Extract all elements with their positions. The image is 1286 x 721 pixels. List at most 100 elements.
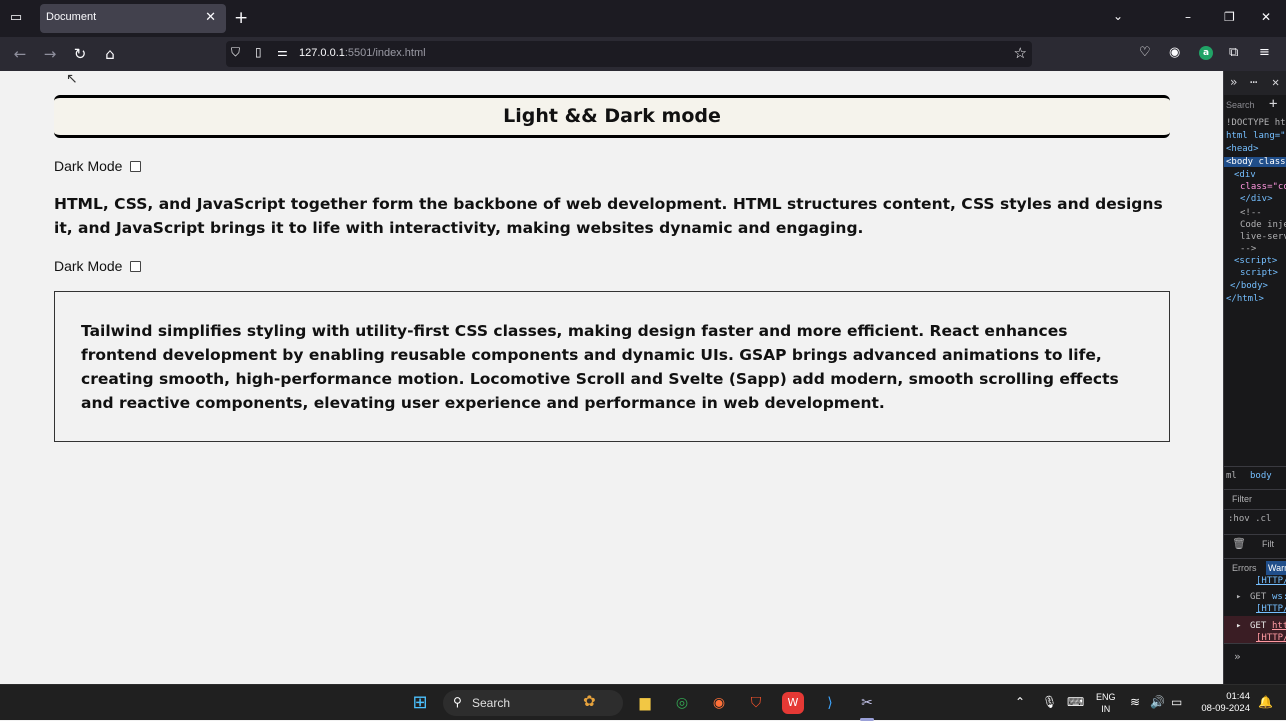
pseudo-row: :hov .cl bbox=[1224, 509, 1286, 529]
trash-icon[interactable]: 🗑 bbox=[1232, 537, 1246, 550]
card-text: Tailwind simplifies styling with utility… bbox=[81, 322, 1119, 412]
dom-line[interactable]: </div> bbox=[1240, 194, 1273, 204]
devtools-panel: » ⋯ ✕ Search + !DOCTYPE ht html lang=" <… bbox=[1223, 71, 1286, 684]
chevron-double-right-icon: » bbox=[1234, 650, 1241, 663]
language-code: ENG bbox=[1096, 692, 1116, 702]
expand-icon[interactable]: ▸ bbox=[1236, 592, 1241, 602]
chevron-down-icon[interactable]: ⌄ bbox=[1113, 9, 1123, 23]
file-explorer-icon[interactable]: ▆ bbox=[634, 692, 656, 714]
language-indicator[interactable]: ENG IN bbox=[1096, 691, 1116, 715]
snipping-tool-icon[interactable]: ✂ bbox=[856, 692, 878, 714]
dom-line[interactable]: </body> bbox=[1230, 281, 1268, 291]
console-tag[interactable]: [HTTP/ bbox=[1256, 604, 1286, 614]
pseudo-class-toggle[interactable]: :hov .cl bbox=[1228, 514, 1271, 524]
dom-line[interactable]: </html> bbox=[1226, 294, 1264, 304]
console-tabs: Errors Warn bbox=[1224, 558, 1286, 578]
home-icon[interactable]: ⌂ bbox=[101, 45, 119, 63]
add-node-icon[interactable]: + bbox=[1269, 96, 1277, 112]
close-window-icon[interactable]: ✕ bbox=[1261, 10, 1271, 24]
taskbar-search[interactable]: ⚲ Search ✿ bbox=[443, 690, 623, 716]
chevron-double-right-icon[interactable]: » bbox=[1230, 75, 1237, 89]
dark-mode-label: Dark Mode bbox=[54, 158, 123, 174]
keyboard-icon[interactable]: ⌨ bbox=[1067, 695, 1084, 709]
url-path: :5501/index.html bbox=[344, 47, 426, 59]
tab-bar: ▭ Document ✕ + ⌄ – ❐ ✕ bbox=[0, 0, 1286, 37]
tab-title: Document bbox=[46, 11, 97, 23]
console-error-message[interactable]: ▸ GET htt [HTTP/ bbox=[1224, 616, 1286, 644]
account-icon[interactable]: ◉ bbox=[1169, 45, 1180, 60]
tab-document[interactable]: Document ✕ bbox=[40, 4, 226, 33]
clock-date: 08-09-2024 bbox=[1201, 703, 1250, 714]
console-filter-input[interactable]: Filt bbox=[1262, 539, 1274, 549]
brave-icon[interactable]: ⛉ bbox=[745, 692, 767, 714]
firefox-icon[interactable]: ◉ bbox=[708, 692, 730, 714]
menu-icon[interactable]: ≡ bbox=[1259, 45, 1270, 60]
dom-line[interactable]: <script> bbox=[1234, 256, 1277, 266]
minimize-icon[interactable]: – bbox=[1185, 10, 1191, 24]
console-tab-warnings[interactable]: Warn bbox=[1266, 561, 1286, 575]
extension-grammarly-icon[interactable]: a bbox=[1199, 46, 1213, 60]
dom-line[interactable]: <div bbox=[1234, 170, 1256, 180]
microphone-icon[interactable]: 🎙 bbox=[1042, 695, 1057, 709]
dom-line-text: script> bbox=[1240, 268, 1278, 278]
devtools-toolbar: » ⋯ ✕ bbox=[1224, 71, 1286, 95]
console-toolbar: 🗑 Filt bbox=[1224, 534, 1286, 554]
expand-icon[interactable]: ▸ bbox=[1236, 621, 1241, 631]
dark-mode-checkbox[interactable] bbox=[130, 160, 142, 172]
dom-line-text: <body class bbox=[1226, 157, 1286, 167]
dom-line-selected[interactable]: <body class bbox=[1224, 157, 1286, 167]
tab-close-icon[interactable]: ✕ bbox=[205, 10, 216, 25]
extensions-icon[interactable]: ⧉ bbox=[1229, 45, 1238, 60]
clock[interactable]: 01:44 08-09-2024 bbox=[1196, 691, 1250, 715]
devtools-breadcrumb: ml body bbox=[1224, 466, 1286, 486]
wps-office-icon[interactable]: W bbox=[782, 692, 804, 714]
dom-line[interactable]: script> bbox=[1240, 268, 1278, 278]
console-url[interactable]: ws: bbox=[1272, 592, 1286, 602]
dom-line-text: class="co bbox=[1240, 182, 1286, 192]
dom-line[interactable]: <head> bbox=[1226, 144, 1259, 154]
forward-arrow-icon[interactable]: → bbox=[41, 45, 59, 63]
pocket-icon[interactable]: ♡ bbox=[1139, 45, 1151, 60]
url-text[interactable]: 127.0.0.1:5501/index.html bbox=[299, 47, 426, 59]
shield-icon[interactable]: ⛉ bbox=[231, 45, 240, 60]
dom-line[interactable]: class="co bbox=[1240, 182, 1286, 192]
chrome-icon[interactable]: ◎ bbox=[671, 692, 693, 714]
bookmark-star-icon[interactable]: ☆ bbox=[1014, 44, 1027, 62]
permissions-icon[interactable]: ⚌ bbox=[277, 45, 288, 59]
tab-list-icon[interactable]: ▭ bbox=[8, 10, 24, 26]
console-url[interactable]: htt bbox=[1272, 621, 1286, 631]
breadcrumb-item[interactable]: ml bbox=[1226, 471, 1237, 481]
heading-box: Light && Dark mode bbox=[54, 95, 1170, 138]
windows-start-icon[interactable]: ⊞ bbox=[409, 692, 431, 714]
console-tab-errors[interactable]: Errors bbox=[1232, 563, 1257, 573]
dom-line[interactable]: !DOCTYPE ht bbox=[1226, 118, 1286, 128]
console-tag[interactable]: [HTTP/ bbox=[1256, 633, 1286, 643]
console-message[interactable]: ▸ GET ws: [HTTP/ bbox=[1224, 587, 1286, 615]
dom-line[interactable]: <!-- bbox=[1240, 208, 1262, 218]
breadcrumb-item-body[interactable]: body bbox=[1250, 471, 1272, 481]
close-devtools-icon[interactable]: ✕ bbox=[1272, 75, 1279, 89]
search-highlight-icon: ✿ bbox=[583, 692, 596, 710]
chevron-up-icon[interactable]: ⌃ bbox=[1015, 695, 1025, 709]
more-options-icon[interactable]: ⋯ bbox=[1250, 75, 1257, 89]
dom-line[interactable]: --> bbox=[1240, 244, 1256, 254]
vscode-icon[interactable]: ⟩ bbox=[819, 692, 841, 714]
url-bar[interactable]: ⛉ ▯ ⚌ 127.0.0.1:5501/index.html ☆ bbox=[226, 41, 1032, 67]
reload-icon[interactable]: ↻ bbox=[71, 45, 89, 63]
wifi-icon[interactable]: ≋ bbox=[1130, 695, 1140, 709]
battery-icon[interactable]: ▭ bbox=[1171, 695, 1182, 709]
console-tag[interactable]: [HTTP/ bbox=[1256, 576, 1286, 586]
new-tab-icon[interactable]: + bbox=[234, 8, 248, 28]
dark-mode-checkbox[interactable] bbox=[130, 260, 142, 272]
volume-icon[interactable]: 🔊 bbox=[1150, 695, 1165, 709]
dom-line[interactable]: Code inje bbox=[1240, 220, 1286, 230]
dom-line[interactable]: live-serv bbox=[1240, 232, 1286, 242]
notification-icon[interactable]: 🔔 bbox=[1258, 695, 1273, 709]
devtools-search-input[interactable]: Search bbox=[1226, 100, 1255, 110]
rules-filter-input[interactable]: Filter bbox=[1232, 494, 1252, 504]
console-input[interactable]: » bbox=[1224, 643, 1286, 684]
page-icon[interactable]: ▯ bbox=[255, 45, 262, 59]
back-arrow-icon[interactable]: ← bbox=[11, 45, 29, 63]
restore-icon[interactable]: ❐ bbox=[1224, 10, 1235, 24]
dom-line[interactable]: html lang=" bbox=[1226, 131, 1286, 141]
